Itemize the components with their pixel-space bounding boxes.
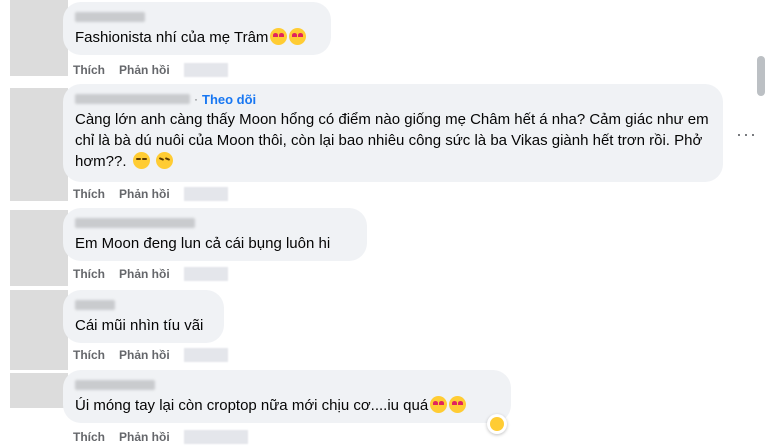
like-button[interactable]: Thích <box>73 430 105 444</box>
avatar[interactable] <box>10 290 68 370</box>
commenter-name[interactable] <box>75 380 155 390</box>
comment-bubble: · Theo dõi Càng lớn anh càng thấy Moon hổ… <box>63 84 723 182</box>
comment-text: Cái mũi nhìn tíu vãi <box>75 317 204 334</box>
timestamp[interactable] <box>183 348 228 362</box>
separator-dot: · <box>194 91 198 106</box>
comment-text: Úi móng tay lại còn croptop nữa mới chịu… <box>75 397 429 414</box>
timestamp[interactable] <box>183 267 228 281</box>
care-reaction-icon <box>490 417 504 431</box>
timestamp[interactable] <box>183 187 228 201</box>
heart-eyes-icon <box>270 28 288 45</box>
reply-button[interactable]: Phản hồi <box>119 187 170 201</box>
reaction-badge[interactable] <box>487 414 507 434</box>
avatar[interactable] <box>10 373 68 408</box>
comment-bubble: Cái mũi nhìn tíu vãi <box>63 290 224 343</box>
more-options-icon[interactable]: ··· <box>736 124 757 145</box>
follow-button[interactable]: Theo dõi <box>202 89 256 110</box>
like-button[interactable]: Thích <box>73 187 105 201</box>
avatar[interactable] <box>10 0 68 76</box>
reply-button[interactable]: Phản hồi <box>119 430 170 444</box>
laugh-icon <box>155 152 173 169</box>
scrollbar[interactable] <box>757 56 765 96</box>
comment-actions: Thích Phản hồi <box>73 348 228 362</box>
commenter-name[interactable] <box>75 218 195 228</box>
comment-actions: Thích Phản hồi <box>73 267 228 281</box>
heart-eyes-icon <box>449 396 467 413</box>
comment-text: Em Moon đeng lun cả cái bụng luôn hi <box>75 235 331 252</box>
comment-actions: Thích Phản hồi <box>73 187 228 201</box>
comment-bubble: Fashionista nhí của mẹ Trâm <box>63 2 331 55</box>
comment-bubble: Em Moon đeng lun cả cái bụng luôn hi <box>63 208 367 261</box>
comment-text: Fashionista nhí của mẹ Trâm <box>75 29 269 46</box>
like-button[interactable]: Thích <box>73 63 105 77</box>
timestamp[interactable] <box>183 430 248 444</box>
commenter-name[interactable] <box>75 12 145 22</box>
grin-icon <box>132 152 150 169</box>
reply-button[interactable]: Phản hồi <box>119 63 170 77</box>
like-button[interactable]: Thích <box>73 267 105 281</box>
avatar[interactable] <box>10 88 68 201</box>
comment-actions: Thích Phản hồi <box>73 430 248 444</box>
comment-actions: Thích Phản hồi <box>73 63 228 77</box>
timestamp[interactable] <box>183 63 228 77</box>
comment-bubble: Úi móng tay lại còn croptop nữa mới chịu… <box>63 370 511 423</box>
heart-eyes-icon <box>289 28 307 45</box>
like-button[interactable]: Thích <box>73 348 105 362</box>
heart-eyes-icon <box>430 396 448 413</box>
avatar[interactable] <box>10 210 68 286</box>
reply-button[interactable]: Phản hồi <box>119 267 170 281</box>
commenter-name[interactable] <box>75 300 115 310</box>
reply-button[interactable]: Phản hồi <box>119 348 170 362</box>
commenter-name[interactable] <box>75 94 190 104</box>
